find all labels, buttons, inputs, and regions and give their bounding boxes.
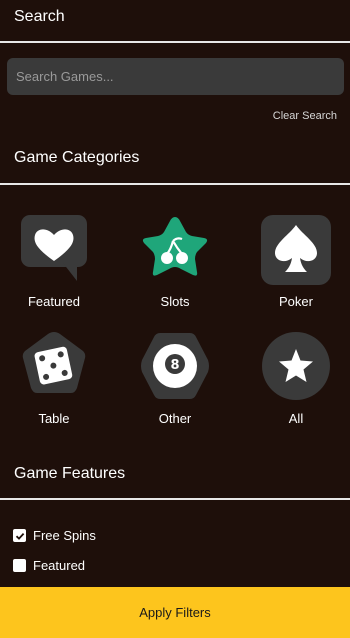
category-all[interactable]: All xyxy=(251,331,341,426)
checkmark-icon xyxy=(15,532,24,540)
dice-icon xyxy=(19,331,89,401)
checkbox-checked[interactable] xyxy=(13,529,26,542)
category-label: Poker xyxy=(279,294,313,309)
eight-ball-icon: 8 xyxy=(140,331,210,401)
category-table[interactable]: Table xyxy=(9,331,99,426)
feature-option-free-spins[interactable]: Free Spins xyxy=(13,528,96,543)
feature-option-featured[interactable]: Featured xyxy=(13,558,85,573)
category-other[interactable]: 8 Other xyxy=(130,331,220,426)
category-label: Table xyxy=(38,411,70,426)
categories-divider xyxy=(0,183,350,185)
star-icon xyxy=(261,331,331,401)
cherries-star-icon xyxy=(140,215,210,285)
category-label: Featured xyxy=(27,294,81,309)
features-title: Game Features xyxy=(14,465,126,482)
spade-icon xyxy=(261,215,331,285)
category-featured[interactable]: Featured xyxy=(9,215,99,309)
search-input[interactable] xyxy=(7,58,344,95)
feature-option-label: Free Spins xyxy=(33,528,96,543)
feature-option-label: Featured xyxy=(33,558,86,573)
categories-title: Game Categories xyxy=(14,149,140,166)
category-label: Slots xyxy=(160,294,190,309)
checkbox-unchecked[interactable] xyxy=(13,559,26,572)
svg-text:8: 8 xyxy=(170,358,179,373)
category-slots[interactable]: Slots xyxy=(130,215,220,309)
search-divider xyxy=(0,41,350,43)
heart-speech-bubble-icon xyxy=(19,215,89,285)
apply-filters-button[interactable]: Apply Filters xyxy=(0,587,350,638)
category-poker[interactable]: Poker xyxy=(251,215,341,309)
clear-search-link[interactable]: Clear Search xyxy=(273,110,337,122)
category-label: All xyxy=(288,411,304,426)
features-divider xyxy=(0,498,350,500)
search-title: Search xyxy=(14,8,65,25)
category-label: Other xyxy=(158,411,192,426)
